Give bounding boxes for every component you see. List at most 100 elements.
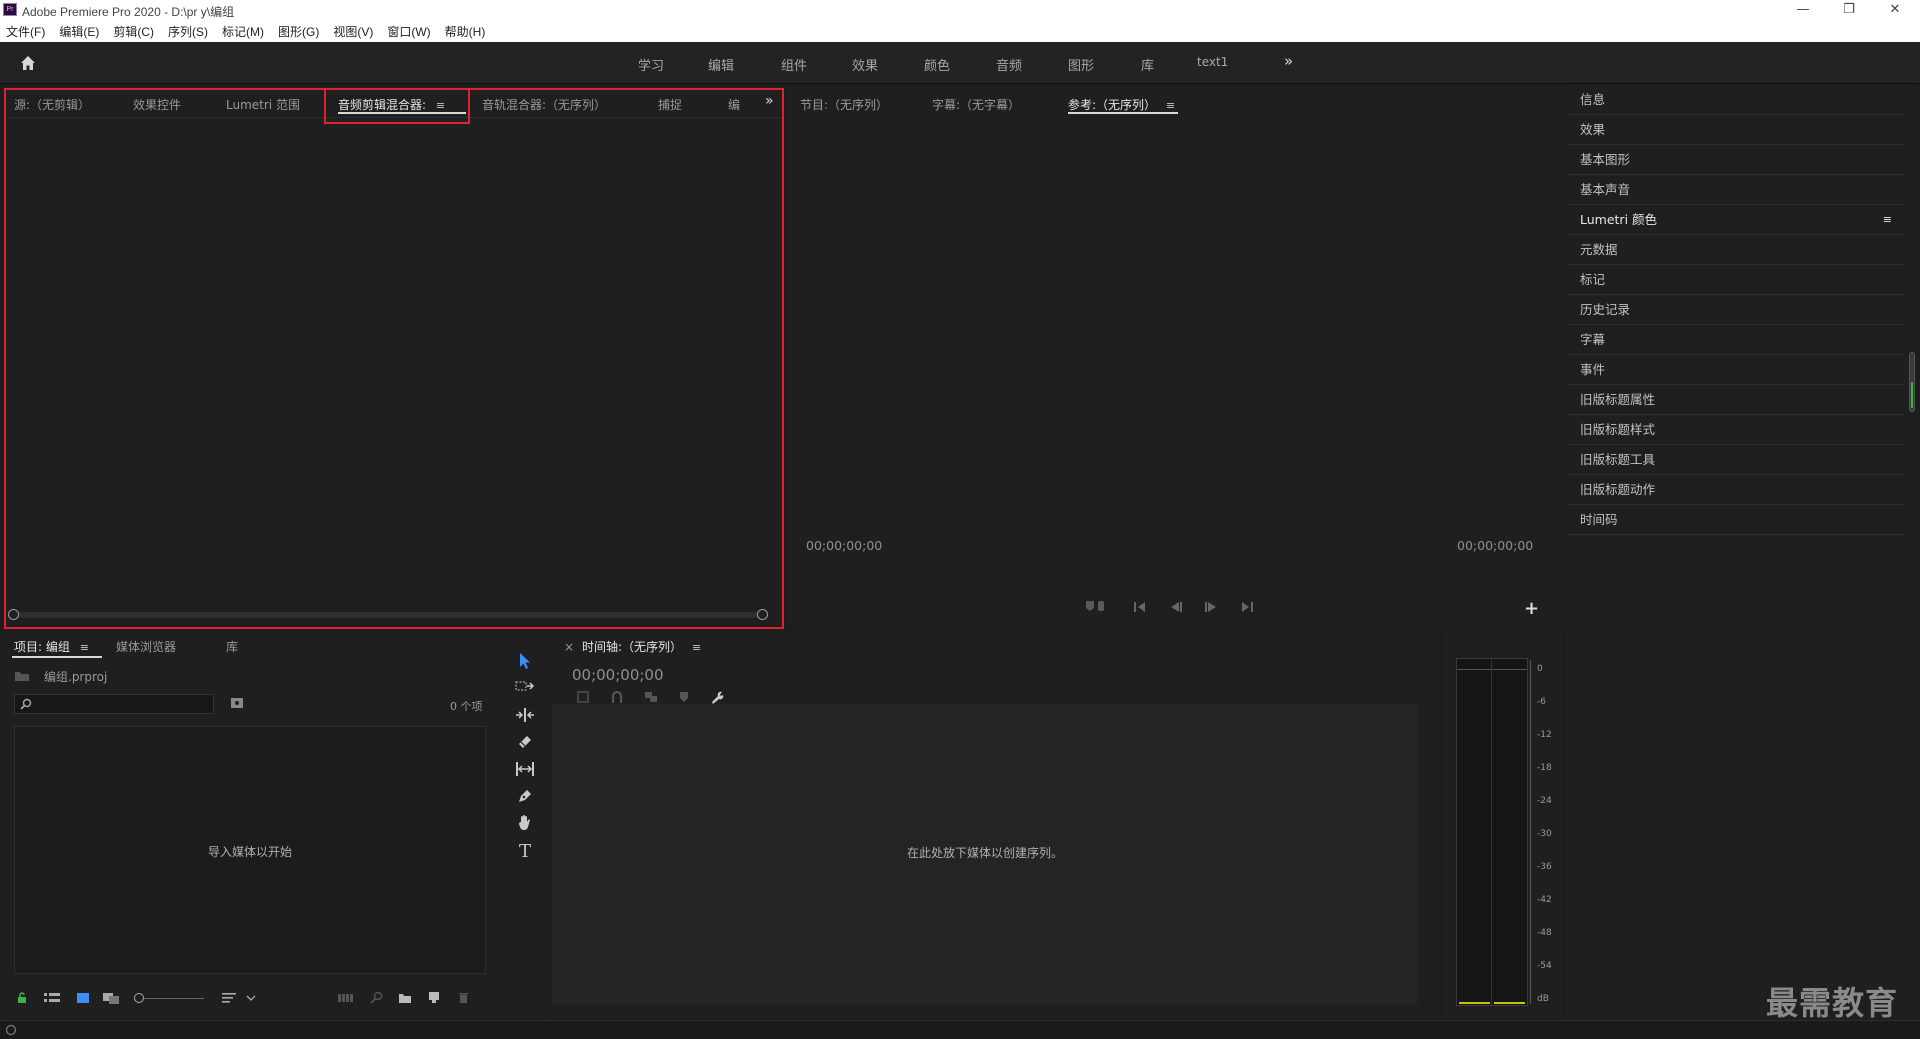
workspace-tab-editing[interactable]: 编辑 xyxy=(708,55,734,74)
panel-timecode[interactable]: 时间码 xyxy=(1568,505,1904,535)
tab-program[interactable]: 节目:（无序列） xyxy=(800,96,888,113)
panel-history[interactable]: 历史记录 xyxy=(1568,295,1904,325)
close-button[interactable]: ✕ xyxy=(1872,0,1918,20)
find-icon[interactable] xyxy=(370,991,383,1004)
panel-legacy-title-actions[interactable]: 旧版标题动作 xyxy=(1568,475,1904,505)
workspace-tab-assembly[interactable]: 组件 xyxy=(781,55,807,74)
horizontal-scrollbar[interactable] xyxy=(10,612,766,618)
tab-project[interactable]: 项目: 编组 ≡ xyxy=(14,638,89,655)
tab-media-browser[interactable]: 媒体浏览器 xyxy=(116,638,176,655)
panel-legacy-title-tools[interactable]: 旧版标题工具 xyxy=(1568,445,1904,475)
panel-essential-sound[interactable]: 基本声音 xyxy=(1568,175,1904,205)
selection-tool-icon[interactable] xyxy=(517,652,533,670)
panel-menu-icon[interactable]: ≡ xyxy=(80,641,89,654)
program-timecode-left[interactable]: 00;00;00;00 xyxy=(806,538,882,553)
menu-view[interactable]: 视图(V) xyxy=(333,23,373,40)
chevron-down-icon[interactable] xyxy=(246,995,256,1002)
panel-menu-icon[interactable]: ≡ xyxy=(1166,99,1175,112)
automate-to-sequence-icon[interactable] xyxy=(338,993,354,1003)
type-tool-icon[interactable]: T xyxy=(512,840,538,864)
timeline-track-area[interactable]: 在此处放下媒体以创建序列。 xyxy=(552,704,1418,1004)
step-forward-icon[interactable] xyxy=(1204,601,1218,613)
sort-icons-icon[interactable] xyxy=(222,992,238,1004)
restore-button[interactable]: ❐ xyxy=(1826,0,1872,20)
tab-reference[interactable]: 参考:（无序列） ≡ xyxy=(1068,96,1175,113)
menu-clip[interactable]: 剪辑(C) xyxy=(113,23,154,40)
panel-metadata[interactable]: 元数据 xyxy=(1568,235,1904,265)
slip-tool-icon[interactable] xyxy=(515,762,535,776)
workspace-tab-graphics[interactable]: 图形 xyxy=(1068,55,1094,74)
menu-window[interactable]: 窗口(W) xyxy=(387,23,430,40)
panel-captions[interactable]: 字幕 xyxy=(1568,325,1904,355)
tab-timeline[interactable]: 时间轴:（无序列） ≡ xyxy=(582,638,701,655)
menu-file[interactable]: 文件(F) xyxy=(6,23,45,40)
tab-effect-controls[interactable]: 效果控件 xyxy=(133,96,181,113)
tab-source[interactable]: 源:（无剪辑） xyxy=(14,96,90,113)
tab-audio-track-mixer[interactable]: 音轨混合器:（无序列） xyxy=(482,96,606,113)
home-icon[interactable] xyxy=(18,53,38,73)
panel-menu-icon[interactable]: ≡ xyxy=(1883,205,1892,235)
scroll-handle-right[interactable] xyxy=(757,609,768,620)
new-search-bin-icon[interactable] xyxy=(230,697,244,709)
menu-edit[interactable]: 编辑(E) xyxy=(59,23,99,40)
step-back-icon[interactable] xyxy=(1169,601,1183,613)
zoom-slider-track[interactable] xyxy=(144,998,204,999)
panel-menu-icon[interactable]: ≡ xyxy=(436,99,445,112)
panel-events[interactable]: 事件 xyxy=(1568,355,1904,385)
project-search-input[interactable] xyxy=(14,694,214,714)
panel-markers[interactable]: 标记 xyxy=(1568,265,1904,295)
go-to-in-icon[interactable] xyxy=(1133,601,1149,613)
panel-info[interactable]: 信息 xyxy=(1568,85,1904,115)
tab-libraries[interactable]: 库 xyxy=(226,638,238,655)
go-to-out-icon[interactable] xyxy=(1238,601,1254,613)
workspace-tab-color[interactable]: 颜色 xyxy=(924,55,950,74)
add-marker-icon[interactable] xyxy=(1084,599,1108,613)
trash-icon[interactable] xyxy=(458,991,469,1004)
menu-graphics[interactable]: 图形(G) xyxy=(278,23,319,40)
icon-view-icon[interactable] xyxy=(76,992,90,1004)
new-bin-icon[interactable] xyxy=(398,992,412,1004)
minimize-button[interactable]: — xyxy=(1780,0,1826,20)
razor-tool-icon[interactable] xyxy=(517,734,533,750)
tab-overflow-button[interactable]: » xyxy=(765,93,774,109)
tab-lumetri-scopes[interactable]: Lumetri 范围 xyxy=(226,96,300,113)
project-bin-area[interactable]: 导入媒体以开始 xyxy=(14,726,486,974)
pen-tool-icon[interactable] xyxy=(517,788,533,804)
panel-effects[interactable]: 效果 xyxy=(1568,115,1904,145)
ripple-edit-tool-icon[interactable] xyxy=(515,708,535,722)
nest-sequences-icon[interactable] xyxy=(576,690,590,704)
workspace-tab-text1[interactable]: text1 xyxy=(1197,55,1228,69)
hand-tool-icon[interactable] xyxy=(517,814,533,831)
wrench-icon[interactable] xyxy=(710,690,724,704)
panel-menu-icon[interactable]: ≡ xyxy=(692,641,701,654)
linked-selection-icon[interactable] xyxy=(644,690,658,704)
zoom-slider-handle[interactable] xyxy=(134,993,144,1003)
workspace-tab-audio[interactable]: 音频 xyxy=(996,55,1022,74)
panel-lumetri-color[interactable]: Lumetri 颜色 ≡ xyxy=(1568,205,1904,235)
new-item-icon[interactable] xyxy=(428,991,440,1004)
snap-icon[interactable] xyxy=(610,690,624,704)
lock-icon[interactable] xyxy=(16,992,28,1004)
tab-captions[interactable]: 字幕:（无字幕） xyxy=(932,96,1020,113)
menu-sequence[interactable]: 序列(S) xyxy=(168,23,208,40)
panel-essential-graphics[interactable]: 基本图形 xyxy=(1568,145,1904,175)
menu-help[interactable]: 帮助(H) xyxy=(445,23,486,40)
panel-legacy-title-properties[interactable]: 旧版标题属性 xyxy=(1568,385,1904,415)
workspace-tab-learn[interactable]: 学习 xyxy=(638,55,664,74)
workspace-tab-effects[interactable]: 效果 xyxy=(852,55,878,74)
scroll-handle-left[interactable] xyxy=(8,609,19,620)
list-view-icon[interactable] xyxy=(44,993,60,1004)
panel-legacy-title-styles[interactable]: 旧版标题样式 xyxy=(1568,415,1904,445)
add-marker-icon[interactable] xyxy=(678,691,690,703)
tab-audio-clip-mixer[interactable]: 音频剪辑混合器: ≡ xyxy=(338,96,445,113)
tab-edit-truncated[interactable]: 编 xyxy=(728,96,740,113)
freeform-view-icon[interactable] xyxy=(102,991,122,1005)
menu-marker[interactable]: 标记(M) xyxy=(222,23,264,40)
tab-capture[interactable]: 捕捉 xyxy=(658,96,682,113)
track-select-forward-tool-icon[interactable] xyxy=(515,680,535,694)
timeline-close-button[interactable]: × xyxy=(564,640,574,654)
workspace-overflow-button[interactable]: » xyxy=(1284,52,1293,70)
button-editor-add-button[interactable]: + xyxy=(1524,598,1539,619)
timeline-timecode[interactable]: 00;00;00;00 xyxy=(572,666,664,684)
workspace-tab-libraries[interactable]: 库 xyxy=(1141,55,1154,74)
